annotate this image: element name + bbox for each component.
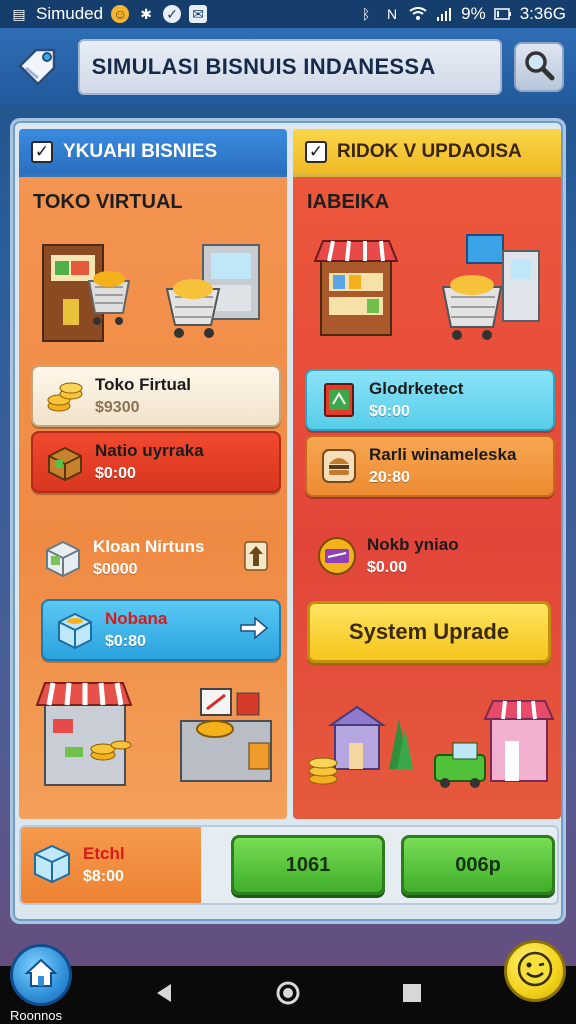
battery-percent: 9% xyxy=(461,4,486,23)
signal-indicator-icon: ▤ xyxy=(12,5,26,22)
search-icon xyxy=(522,48,556,87)
upgrade-arrow-button[interactable] xyxy=(243,540,269,576)
emoji-notification-icon: ☺ xyxy=(111,5,130,23)
hashtag-notification-icon: ✱ xyxy=(140,5,152,22)
bottom-stat[interactable]: Etchl $8:00 xyxy=(21,827,201,903)
bottom-action-bar: Etchl $8:00 1061 006p xyxy=(19,825,559,905)
home-nav-icon[interactable] xyxy=(275,980,301,1011)
list-item[interactable]: Nokb yniao $0.00 xyxy=(305,525,555,587)
tab-left-business[interactable]: ✓ YKUAHI BISNIES xyxy=(19,129,287,177)
list-item[interactable]: Glodrketect $0:00 xyxy=(305,369,555,431)
left-business-panel: ✓ YKUAHI BISNIES TOKO VIRTUAL Toko Firtu… xyxy=(19,129,287,819)
market-stall-illustration xyxy=(35,682,272,786)
checkbox-icon[interactable]: ✓ xyxy=(305,140,327,163)
cell-signal-icon xyxy=(435,5,453,23)
item-name: Nokb yniao xyxy=(367,535,459,554)
badge-coin-icon xyxy=(315,534,359,578)
item-price: 20:80 xyxy=(369,469,410,486)
town-illustration xyxy=(308,700,555,788)
check-notification-icon: ✓ xyxy=(163,5,182,23)
wifi-icon xyxy=(409,5,427,23)
item-name: Natio uyrraka xyxy=(95,441,204,460)
tag-logo-icon[interactable] xyxy=(12,42,62,92)
item-name: Kloan Nirtuns xyxy=(93,537,205,556)
smile-face-icon xyxy=(515,949,555,994)
home-label: Roonnos xyxy=(10,1008,63,1023)
arrow-right-icon[interactable] xyxy=(239,615,269,646)
system-nav-bar xyxy=(0,966,576,1024)
mail-notification-icon: ✉ xyxy=(189,5,208,23)
item-name: Nobana xyxy=(105,609,168,628)
coin-stack-icon xyxy=(43,374,87,418)
green-action-button-2[interactable]: 006p xyxy=(401,835,555,895)
status-app-name: Simuded xyxy=(36,4,104,23)
arrow-up-icon xyxy=(244,540,268,576)
right-tab-label: RIDOK V UPDAOISA xyxy=(337,140,522,162)
checkbox-icon[interactable]: ✓ xyxy=(31,140,53,163)
battery-icon xyxy=(493,5,512,23)
cube-box-icon xyxy=(31,842,73,889)
emoji-button[interactable] xyxy=(504,940,566,1002)
item-price: $0000 xyxy=(93,561,138,578)
system-upgrade-button[interactable]: System Uprade xyxy=(307,601,551,663)
bluetooth-icon: ᛒ xyxy=(361,6,371,22)
list-item[interactable]: Toko Firtual $9300 xyxy=(31,365,281,427)
box-icon xyxy=(41,536,85,580)
crate-icon xyxy=(43,440,87,484)
page-title: SIMULASI BISNUIS INDANESSA xyxy=(77,39,503,95)
item-name: Glodrketect xyxy=(369,379,464,398)
left-section-title: TOKO VIRTUAL xyxy=(33,191,183,213)
shop-illustration xyxy=(313,234,540,340)
right-update-panel: ✓ RIDOK V UPDAOISA IABEIKA Glodrketect $… xyxy=(293,129,561,819)
book-icon xyxy=(317,378,361,422)
item-name: Rarli winameleska xyxy=(369,445,517,464)
burger-icon xyxy=(317,444,361,488)
stat-value: $8:00 xyxy=(83,868,124,885)
recents-nav-icon[interactable] xyxy=(401,982,423,1009)
right-section-title: IABEIKA xyxy=(307,191,390,213)
search-button[interactable] xyxy=(514,42,564,92)
back-nav-icon[interactable] xyxy=(153,982,175,1009)
tab-right-update[interactable]: ✓ RIDOK V UPDAOISA xyxy=(293,129,561,177)
status-bar: ▤ Simuded ☺ ✱ ✓ ✉ ᛒ N 9% 3:36G xyxy=(0,0,576,28)
list-item[interactable]: Nobana $0:80 xyxy=(41,599,281,661)
home-button[interactable] xyxy=(10,944,72,1006)
item-price: $0:00 xyxy=(369,403,410,420)
list-item[interactable]: Rarli winameleska 20:80 xyxy=(305,435,555,497)
cube-box-icon xyxy=(53,608,97,652)
app-header: SIMULASI BISNUIS INDANESSA xyxy=(0,28,576,106)
status-time: 3:36G xyxy=(519,4,566,23)
item-price: $0.00 xyxy=(367,559,408,576)
item-price: $0:00 xyxy=(95,465,136,482)
item-price: $0:80 xyxy=(105,633,146,650)
item-price: $9300 xyxy=(95,399,140,416)
house-icon xyxy=(24,957,58,994)
green-action-button-1[interactable]: 1061 xyxy=(231,835,385,895)
left-tab-label: YKUAHI BISNIES xyxy=(63,140,218,162)
nfc-icon: N xyxy=(387,6,398,22)
item-name: Toko Firtual xyxy=(95,375,192,394)
list-item[interactable]: Natio uyrraka $0:00 xyxy=(31,431,281,493)
stat-name: Etchl xyxy=(83,844,125,863)
virtual-store-illustration xyxy=(42,244,260,342)
main-game-frame: ✓ YKUAHI BISNIES TOKO VIRTUAL Toko Firtu… xyxy=(10,118,566,924)
